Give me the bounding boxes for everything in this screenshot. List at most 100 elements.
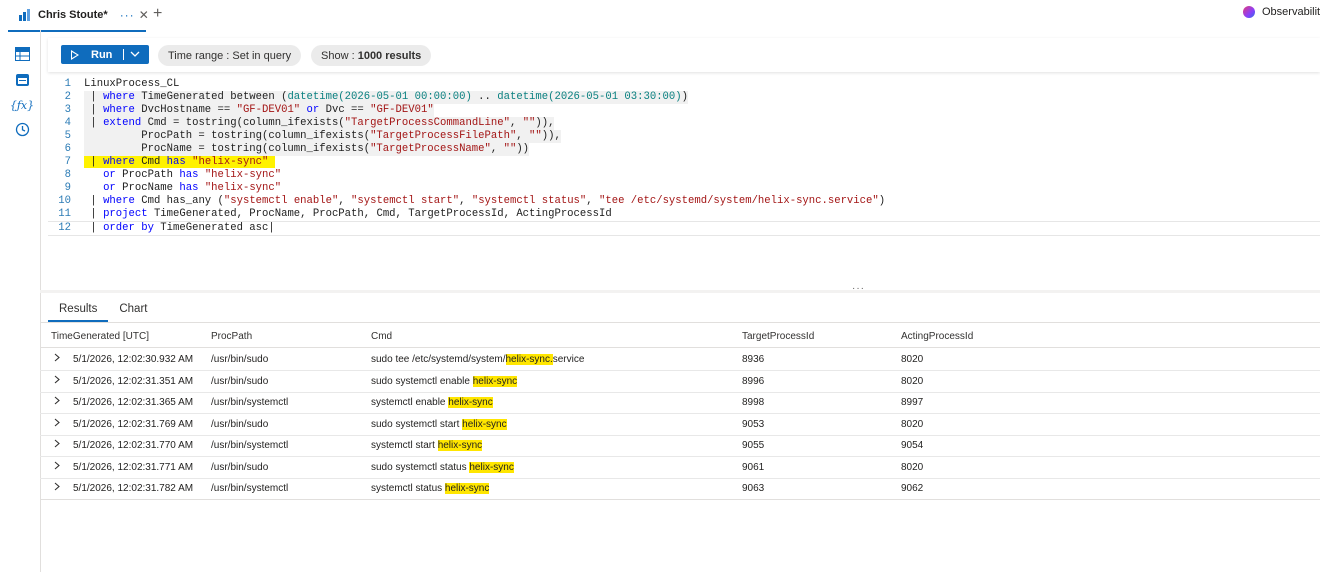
cmd-text: systemctl start bbox=[371, 440, 438, 451]
time-range-value: Set in query bbox=[232, 49, 292, 62]
cmd-text: sudo systemctl start bbox=[371, 419, 463, 430]
expand-row-icon[interactable] bbox=[54, 439, 60, 451]
expand-row-icon[interactable] bbox=[54, 418, 60, 430]
query-tab[interactable]: Chris Stoute* ··· ✕ bbox=[8, 0, 149, 32]
cell-actingprocessid: 8020 bbox=[901, 354, 924, 365]
cell-targetprocessid: 8996 bbox=[742, 376, 765, 387]
tab-results[interactable]: Results bbox=[48, 300, 109, 322]
left-rail: {ƒx} bbox=[0, 30, 41, 572]
time-range-label: Time range : bbox=[168, 49, 230, 62]
editor-line: 9 or ProcName has "helix-sync" bbox=[64, 182, 282, 194]
cell-timegenerated: 5/1/2026, 12:02:31.770 AM bbox=[73, 440, 194, 451]
tab-bar: Chris Stoute* ··· ✕ + Observability bbox=[0, 0, 1320, 32]
cell-timegenerated: 5/1/2026, 12:02:31.365 AM bbox=[73, 397, 194, 408]
cmd-match-highlight: helix-sync bbox=[462, 419, 507, 430]
results-table-header: TimeGenerated [UTC] ProcPath Cmd TargetP… bbox=[40, 325, 1320, 348]
cmd-match-highlight: helix-sync bbox=[448, 397, 493, 408]
cell-timegenerated: 5/1/2026, 12:02:31.771 AM bbox=[73, 462, 194, 473]
cell-procpath: /usr/bin/systemctl bbox=[211, 440, 289, 451]
editor-line: 5 ProcPath = tostring(column_ifexists("T… bbox=[64, 130, 561, 143]
cmd-match-highlight: helix-sync bbox=[437, 440, 483, 451]
cell-procpath: /usr/bin/sudo bbox=[211, 354, 269, 365]
cmd-text: sudo tee /etc/systemd/system/ bbox=[371, 354, 506, 365]
queries-icon[interactable] bbox=[14, 72, 30, 88]
cmd-text: systemctl enable bbox=[371, 397, 449, 408]
expand-row-icon[interactable] bbox=[54, 461, 60, 473]
editor-line: 6 ProcName = tostring(column_ifexists("T… bbox=[64, 143, 530, 156]
cmd-text: systemctl status bbox=[371, 483, 445, 494]
expand-row-icon[interactable] bbox=[54, 375, 60, 387]
results-tabs: Results Chart bbox=[48, 300, 158, 322]
editor-line: 2 | where TimeGenerated between (datetim… bbox=[64, 91, 688, 104]
cell-cmd: sudo systemctl start helix-sync bbox=[371, 419, 507, 430]
functions-icon[interactable]: {ƒx} bbox=[10, 97, 34, 113]
table-row[interactable]: 5/1/2026, 12:02:31.771 AM/usr/bin/sudo su… bbox=[40, 457, 1320, 479]
column-header-procpath[interactable]: ProcPath bbox=[211, 331, 252, 342]
tab-close-icon[interactable]: ✕ bbox=[139, 8, 149, 22]
play-icon bbox=[71, 49, 79, 60]
run-separator bbox=[123, 49, 125, 60]
run-label: Run bbox=[91, 48, 113, 61]
cell-actingprocessid: 8020 bbox=[901, 462, 924, 473]
cell-procpath: /usr/bin/sudo bbox=[211, 462, 269, 473]
cell-timegenerated: 5/1/2026, 12:02:31.782 AM bbox=[73, 483, 194, 494]
history-icon[interactable] bbox=[14, 121, 30, 137]
cell-cmd: systemctl start helix-sync bbox=[371, 440, 483, 451]
table-row[interactable]: 5/1/2026, 12:02:31.782 AM/usr/bin/system… bbox=[40, 478, 1320, 500]
column-header-cmd[interactable]: Cmd bbox=[371, 331, 392, 342]
cell-targetprocessid: 8936 bbox=[742, 354, 765, 365]
column-header-actingprocessid[interactable]: ActingProcessId bbox=[901, 331, 973, 342]
table-row[interactable]: 5/1/2026, 12:02:31.351 AM/usr/bin/sudo su… bbox=[40, 371, 1320, 393]
cell-cmd: systemctl enable helix-sync bbox=[371, 397, 493, 408]
tabs-divider bbox=[40, 322, 1320, 323]
pane-splitter[interactable] bbox=[40, 290, 1320, 293]
cmd-match-highlight: helix-sync. bbox=[505, 354, 553, 365]
column-header-timegenerated[interactable]: TimeGenerated [UTC] bbox=[51, 331, 149, 342]
editor-line-current: 12 | order by TimeGenerated asc| bbox=[48, 221, 1320, 236]
cell-targetprocessid: 9061 bbox=[742, 462, 765, 473]
cell-targetprocessid: 9055 bbox=[742, 440, 765, 451]
cmd-match-highlight: helix-sync bbox=[469, 462, 514, 473]
editor-line: 11 | project TimeGenerated, ProcName, Pr… bbox=[58, 208, 612, 220]
query-toolbar: Run Time range : Set in query Show : 100… bbox=[48, 38, 1320, 72]
tab-chart[interactable]: Chart bbox=[108, 300, 158, 322]
chevron-down-icon[interactable] bbox=[130, 49, 140, 60]
tab-more-icon[interactable]: ··· bbox=[120, 8, 135, 22]
new-tab-button[interactable]: + bbox=[153, 5, 162, 23]
table-row[interactable]: 5/1/2026, 12:02:30.932 AM/usr/bin/sudo su… bbox=[40, 349, 1320, 371]
cmd-text-tail: service bbox=[552, 354, 585, 365]
editor-line: 8 or ProcPath has "helix-sync" bbox=[64, 169, 282, 181]
table-row[interactable]: 5/1/2026, 12:02:31.769 AM/usr/bin/sudo su… bbox=[40, 414, 1320, 436]
expand-row-icon[interactable] bbox=[54, 482, 60, 494]
observability-brand[interactable]: Observability bbox=[1243, 6, 1320, 18]
cell-actingprocessid: 9054 bbox=[901, 440, 924, 451]
cell-targetprocessid: 9063 bbox=[742, 483, 765, 494]
expand-row-icon[interactable] bbox=[54, 396, 60, 408]
cell-timegenerated: 5/1/2026, 12:02:30.932 AM bbox=[73, 354, 194, 365]
cell-actingprocessid: 8020 bbox=[901, 419, 924, 430]
cell-procpath: /usr/bin/systemctl bbox=[211, 397, 289, 408]
cell-cmd: sudo tee /etc/systemd/system/helix-sync.… bbox=[371, 354, 584, 365]
query-editor[interactable]: 1 LinuxProcess_CL 2 | where TimeGenerated… bbox=[48, 76, 1320, 236]
time-range-picker[interactable]: Time range : Set in query bbox=[158, 45, 302, 66]
table-row[interactable]: 5/1/2026, 12:02:31.365 AM/usr/bin/system… bbox=[40, 392, 1320, 414]
splitter-handle-icon[interactable]: ··· bbox=[852, 283, 865, 294]
tables-icon[interactable] bbox=[14, 46, 30, 62]
column-header-targetprocessid[interactable]: TargetProcessId bbox=[742, 331, 814, 342]
editor-line: 10 | where Cmd has_any ("systemctl enabl… bbox=[58, 195, 886, 207]
cell-procpath: /usr/bin/sudo bbox=[211, 376, 269, 387]
editor-line: 3 | where DvcHostname == "GF-DEV01" or D… bbox=[64, 104, 434, 117]
show-label: Show : bbox=[321, 49, 355, 62]
show-results-picker[interactable]: Show : 1000 results bbox=[311, 45, 432, 66]
expand-row-icon[interactable] bbox=[54, 353, 60, 365]
editor-line: 4 | extend Cmd = tostring(column_ifexist… bbox=[64, 117, 555, 130]
cmd-match-highlight: helix-sync bbox=[444, 483, 490, 494]
cell-timegenerated: 5/1/2026, 12:02:31.351 AM bbox=[73, 376, 194, 387]
show-value: 1000 results bbox=[357, 49, 422, 62]
cell-targetprocessid: 9053 bbox=[742, 419, 765, 430]
observability-logo-icon bbox=[1243, 6, 1255, 18]
run-button[interactable]: Run bbox=[61, 45, 149, 64]
cell-timegenerated: 5/1/2026, 12:02:31.769 AM bbox=[73, 419, 194, 430]
table-row[interactable]: 5/1/2026, 12:02:31.770 AM/usr/bin/system… bbox=[40, 435, 1320, 457]
editor-line: 1 LinuxProcess_CL bbox=[64, 78, 180, 90]
